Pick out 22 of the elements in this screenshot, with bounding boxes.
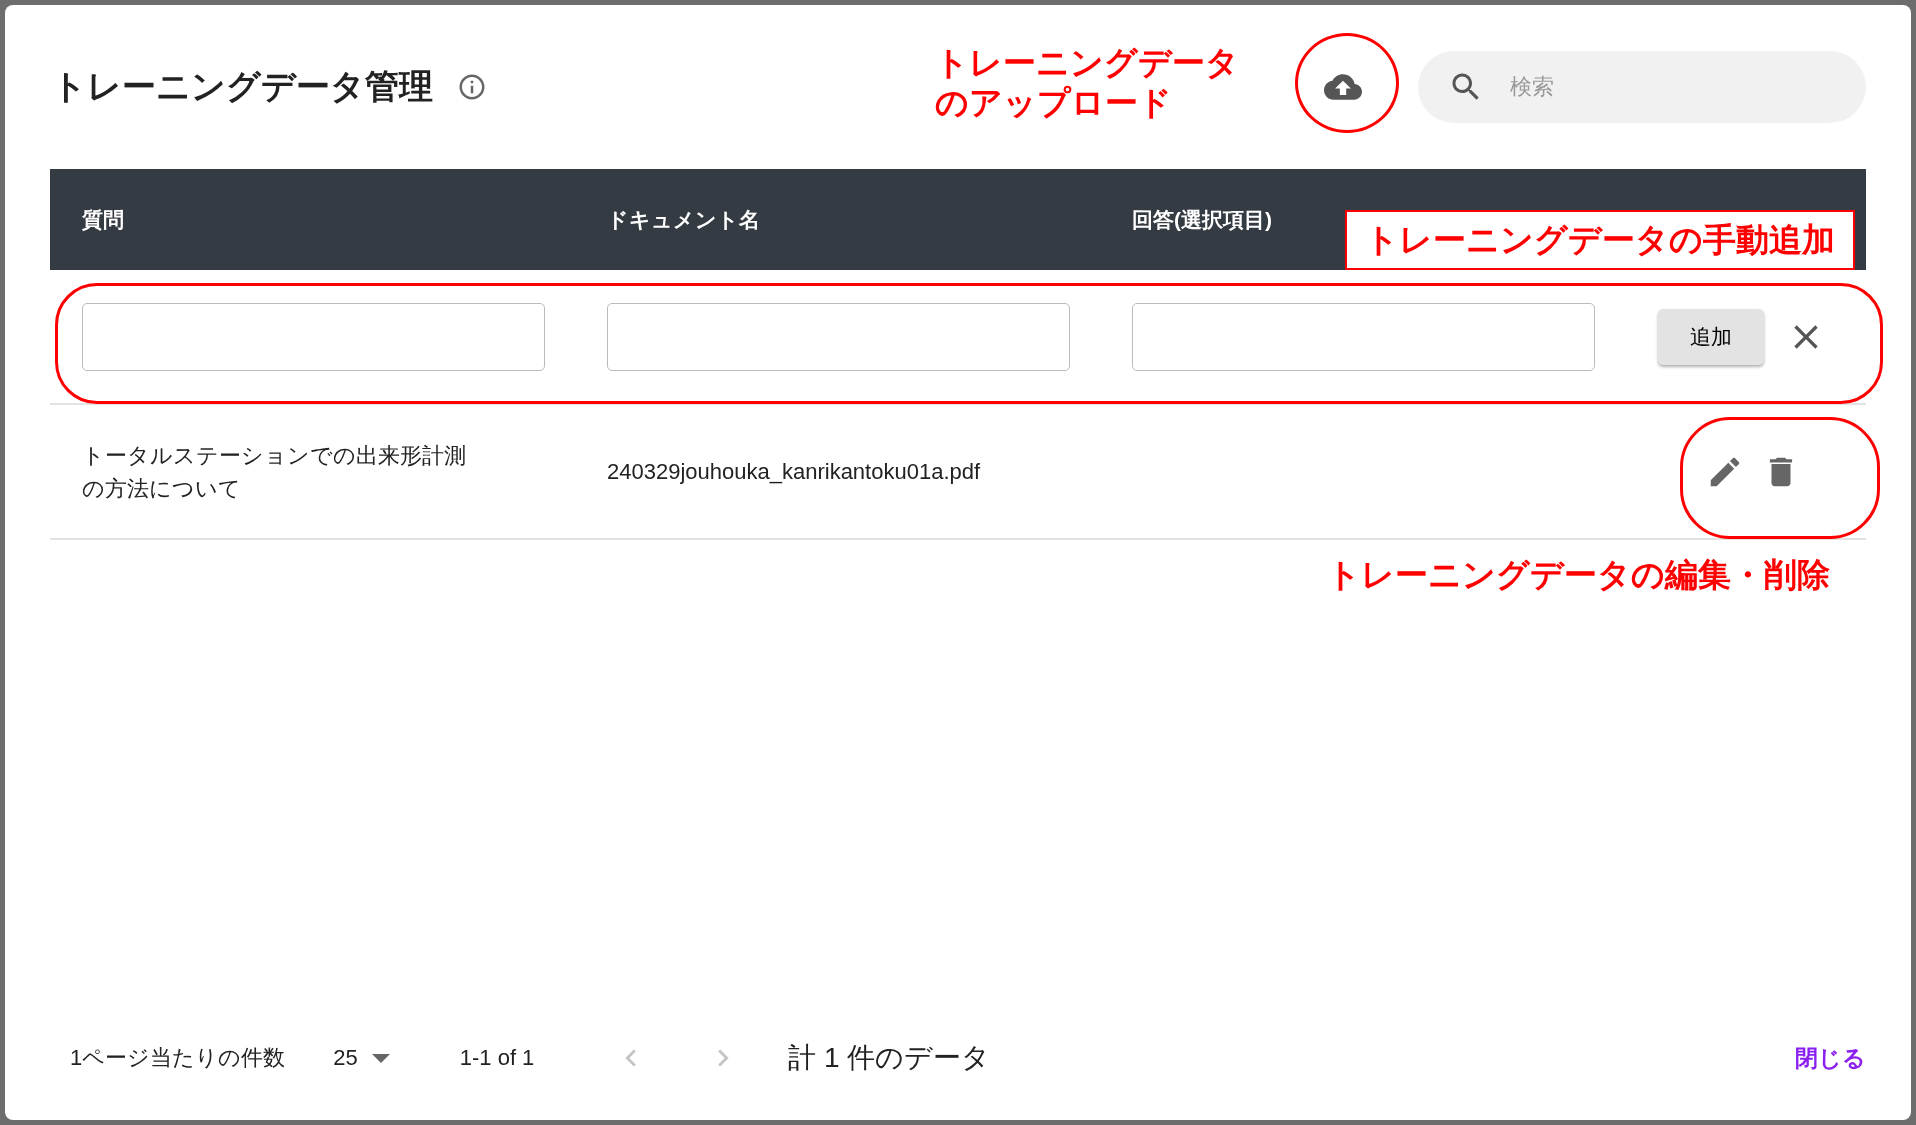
column-header: ドキュメント名 <box>606 206 761 233</box>
annotation-label: トレーニングデータの編集・削除 <box>1327 555 1830 595</box>
add-button[interactable]: 追加 <box>1658 308 1764 365</box>
total-count: 計 1 件のデータ <box>788 1041 991 1075</box>
input-field[interactable] <box>607 302 1070 371</box>
annotation-label: トレーニングデータの手動追加 <box>1365 220 1835 260</box>
annotation-label: のアップロード <box>935 82 1173 123</box>
column-header: 質問 <box>81 206 125 233</box>
table-cell-text: トータルステーションでの出来形計測の方法について <box>82 441 467 503</box>
annotation-label: トレーニングデータ <box>935 43 1239 83</box>
rows-per-page-select[interactable]: 25 <box>333 1045 390 1071</box>
input-field[interactable] <box>82 302 545 371</box>
rows-per-page-label: 1ページ当たりの件数 <box>70 1044 286 1072</box>
column-header: 回答(選択項目) <box>1131 206 1273 233</box>
close-button[interactable]: 閉じる <box>1789 1041 1872 1075</box>
search-field[interactable]: 検索 <box>1418 51 1866 123</box>
input-field[interactable] <box>1132 302 1595 371</box>
caret-icon <box>371 1053 390 1063</box>
info-icon[interactable] <box>457 72 487 102</box>
table-cell-text: 240329jouhouka_kanrikantoku01a.pdf <box>607 458 982 486</box>
dialog-title: トレーニングデータ管理 <box>52 66 433 107</box>
page-range: 1-1 of 1 <box>459 1045 535 1071</box>
